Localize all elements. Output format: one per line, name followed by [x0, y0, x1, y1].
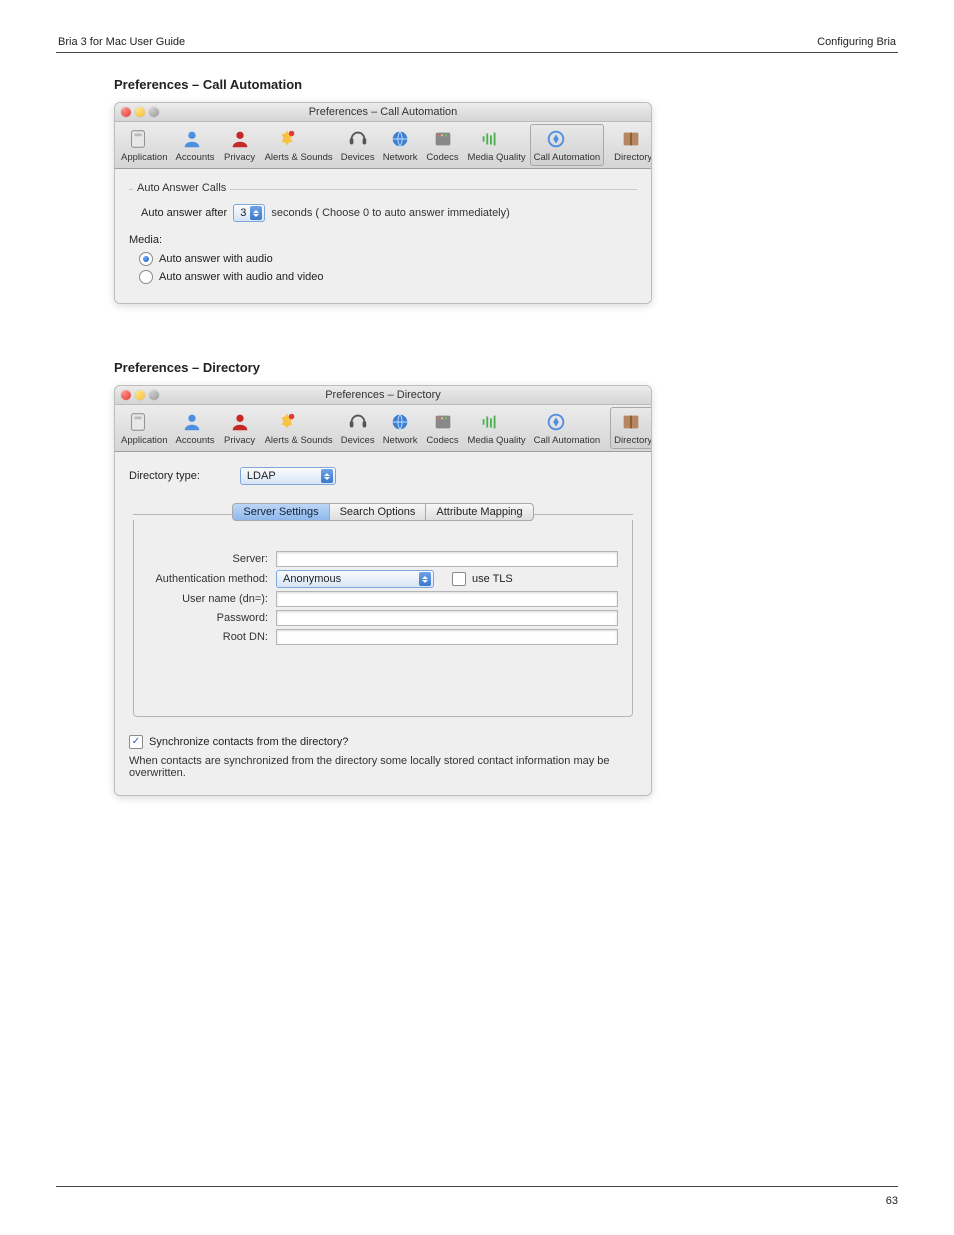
auth-method-value: Anonymous [283, 573, 415, 585]
chevron-updown-icon [419, 572, 431, 586]
tab-call-automation[interactable]: Call Automation [530, 124, 605, 166]
section-title-call-automation: Preferences – Call Automation [114, 77, 898, 92]
tab-privacy[interactable]: Privacy [219, 407, 261, 449]
zoom-icon [149, 107, 159, 117]
tab-privacy[interactable]: Privacy [219, 124, 261, 166]
tab-search-options[interactable]: Search Options [330, 503, 427, 521]
directory-type-value: LDAP [247, 470, 317, 482]
window-title: Preferences – Call Automation [115, 106, 651, 118]
stepper-arrows-icon [250, 206, 262, 220]
auth-label: Authentication method: [148, 573, 276, 585]
checkbox-icon [129, 735, 143, 749]
application-icon [127, 128, 149, 150]
doc-chapter: Configuring Bria [817, 36, 896, 48]
tab-alerts-sounds[interactable]: Alerts & Sounds [261, 124, 337, 166]
directory-type-label: Directory type: [129, 470, 240, 482]
radio-audio-label: Auto answer with audio [159, 253, 273, 265]
tab-directory[interactable]: Directory [610, 124, 652, 166]
book-icon [620, 128, 642, 150]
tab-network[interactable]: Network [379, 407, 422, 449]
checkbox-icon [452, 572, 466, 586]
equalizer-icon [479, 411, 501, 433]
use-tls-checkbox[interactable]: use TLS [452, 572, 513, 586]
directory-type-select[interactable]: LDAP [240, 467, 336, 485]
headphones-icon [347, 128, 369, 150]
username-input[interactable] [276, 591, 618, 607]
group-auto-answer: Auto Answer Calls [133, 182, 230, 194]
window-title: Preferences – Directory [115, 389, 651, 401]
rootdn-label: Root DN: [148, 631, 276, 643]
minimize-icon[interactable] [135, 107, 145, 117]
radio-icon [139, 252, 153, 266]
tab-codecs[interactable]: Codecs [422, 124, 464, 166]
sync-contacts-checkbox[interactable]: Synchronize contacts from the directory? [129, 735, 348, 749]
page-number: 63 [886, 1195, 898, 1207]
rootdn-input[interactable] [276, 629, 618, 645]
accounts-icon [181, 128, 203, 150]
equalizer-icon [479, 128, 501, 150]
close-icon[interactable] [121, 390, 131, 400]
window-directory: Preferences – Directory Application Acco… [114, 385, 652, 796]
tab-application[interactable]: Application [117, 407, 171, 449]
username-label: User name (dn=): [148, 593, 276, 605]
tab-alerts-sounds[interactable]: Alerts & Sounds [261, 407, 337, 449]
tab-codecs[interactable]: Codecs [422, 407, 464, 449]
auto-answer-seconds-select[interactable]: 3 [233, 204, 265, 222]
radio-av-label: Auto answer with audio and video [159, 271, 324, 283]
tab-directory[interactable]: Directory [610, 407, 652, 449]
tab-application[interactable]: Application [117, 124, 171, 166]
seconds-hint: seconds ( Choose 0 to auto answer immedi… [271, 207, 509, 219]
tab-devices[interactable]: Devices [337, 124, 379, 166]
alerts-icon [276, 128, 298, 150]
sync-contacts-label: Synchronize contacts from the directory? [149, 736, 348, 748]
title-bar[interactable]: Preferences – Directory [115, 386, 651, 405]
chevron-updown-icon [321, 469, 333, 483]
tab-media-quality[interactable]: Media Quality [464, 124, 530, 166]
preferences-toolbar: Application Accounts Privacy Alerts & So… [115, 122, 651, 169]
privacy-icon [229, 128, 251, 150]
radio-audio-only[interactable]: Auto answer with audio [139, 252, 273, 266]
call-automation-icon [545, 128, 567, 150]
auth-method-select[interactable]: Anonymous [276, 570, 434, 588]
server-input[interactable] [276, 551, 618, 567]
call-automation-icon [545, 411, 567, 433]
globe-icon [389, 411, 411, 433]
tab-devices[interactable]: Devices [337, 407, 379, 449]
media-label: Media: [129, 234, 637, 246]
zoom-icon [149, 390, 159, 400]
section-title-directory: Preferences – Directory [114, 360, 898, 375]
tab-call-automation[interactable]: Call Automation [530, 407, 605, 449]
sync-contacts-note: When contacts are synchronized from the … [129, 755, 637, 779]
application-icon [127, 411, 149, 433]
title-bar[interactable]: Preferences – Call Automation [115, 103, 651, 122]
tab-media-quality[interactable]: Media Quality [464, 407, 530, 449]
auto-answer-seconds-value: 3 [240, 207, 246, 219]
codecs-icon [432, 128, 454, 150]
auto-answer-after-label: Auto answer after [141, 207, 227, 219]
password-label: Password: [148, 612, 276, 624]
tab-server-settings[interactable]: Server Settings [232, 503, 329, 521]
accounts-icon [181, 411, 203, 433]
use-tls-label: use TLS [472, 573, 513, 585]
password-input[interactable] [276, 610, 618, 626]
server-label: Server: [148, 553, 276, 565]
radio-audio-video[interactable]: Auto answer with audio and video [139, 270, 324, 284]
minimize-icon[interactable] [135, 390, 145, 400]
header-rule [56, 52, 898, 53]
tab-network[interactable]: Network [379, 124, 422, 166]
close-icon[interactable] [121, 107, 131, 117]
codecs-icon [432, 411, 454, 433]
alerts-icon [276, 411, 298, 433]
privacy-icon [229, 411, 251, 433]
tab-accounts[interactable]: Accounts [171, 124, 218, 166]
globe-icon [389, 128, 411, 150]
headphones-icon [347, 411, 369, 433]
preferences-toolbar: Application Accounts Privacy Alerts & So… [115, 405, 651, 452]
book-icon [620, 411, 642, 433]
radio-icon [139, 270, 153, 284]
window-call-automation: Preferences – Call Automation Applicatio… [114, 102, 652, 304]
tab-attribute-mapping[interactable]: Attribute Mapping [426, 503, 533, 521]
doc-title: Bria 3 for Mac User Guide [58, 36, 185, 48]
tab-accounts[interactable]: Accounts [171, 407, 218, 449]
